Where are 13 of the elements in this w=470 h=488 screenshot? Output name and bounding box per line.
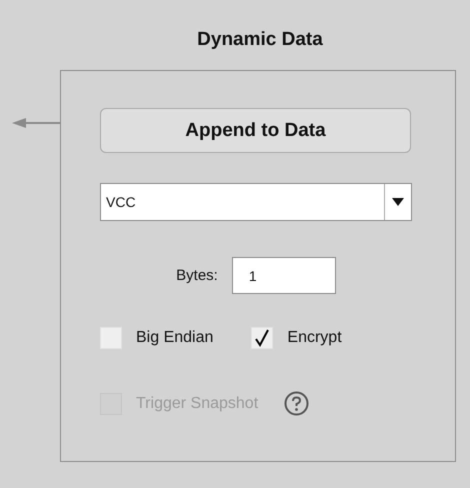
checkmark-icon: [254, 329, 270, 347]
checkbox-label: Encrypt: [287, 329, 342, 347]
checkbox-label: Trigger Snapshot: [136, 394, 258, 412]
checkbox-label: Big Endian: [136, 329, 214, 347]
dropdown-arrow-icon: [392, 198, 404, 206]
checkbox[interactable]: [251, 327, 274, 349]
section-title: Dynamic Data: [197, 28, 323, 52]
bytes-label: Bytes:: [176, 267, 218, 284]
append-button[interactable]: Append to Data: [100, 108, 411, 153]
dropdown[interactable]: VCC: [100, 183, 412, 221]
checkbox[interactable]: [100, 327, 122, 349]
bytes-input[interactable]: 1: [232, 257, 336, 294]
help-icon[interactable]: [284, 391, 310, 416]
